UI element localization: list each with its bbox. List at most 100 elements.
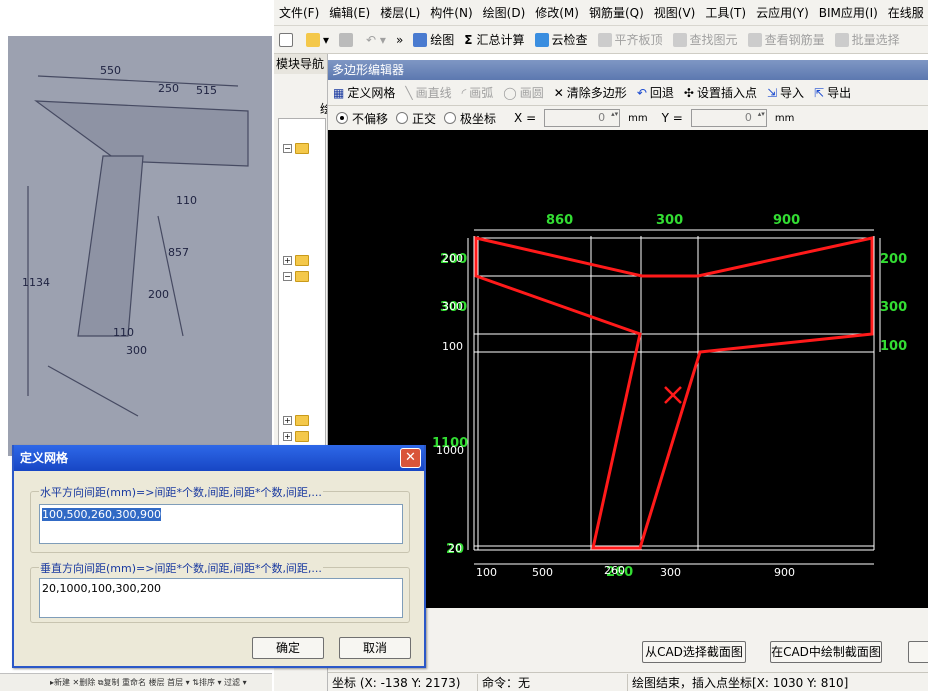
menu-tools[interactable]: 工具(T) bbox=[700, 0, 751, 25]
menu-online[interactable]: 在线服 bbox=[883, 0, 928, 25]
menu-edit[interactable]: 编辑(E) bbox=[324, 0, 375, 25]
clear-x-icon: ✕ bbox=[553, 85, 564, 100]
status-bar: 坐标 (X: -138 Y: 2173) 命令：无 绘图结束，插入点坐标[X: … bbox=[328, 672, 928, 691]
no-offset-radio[interactable] bbox=[336, 112, 348, 124]
menu-bim[interactable]: BIM应用(I) bbox=[814, 0, 883, 25]
polygon-editor-title: 多边形编辑器 bbox=[328, 60, 928, 80]
close-icon[interactable]: ✕ bbox=[400, 448, 421, 468]
folder-icon bbox=[295, 254, 309, 266]
open-folder-icon[interactable]: ▾ bbox=[301, 28, 334, 52]
select-from-cad-button[interactable]: 从CAD选择截面图 bbox=[642, 641, 746, 663]
polar-radio[interactable] bbox=[444, 112, 457, 124]
menu-draw[interactable]: 绘图(D) bbox=[478, 0, 531, 25]
reference-photo: 550 250 515 1134 857 200 110 300 110 bbox=[8, 36, 272, 456]
undo-button[interactable]: ↶ 回退 bbox=[632, 81, 679, 105]
cancel-button[interactable]: 取消 bbox=[339, 637, 411, 659]
menu-cloud[interactable]: 云应用(Y) bbox=[751, 0, 814, 25]
folder-icon bbox=[295, 430, 309, 442]
arc-icon: ◜ bbox=[461, 85, 467, 100]
insert-point-icon: ✣ bbox=[683, 85, 694, 100]
more-icon[interactable]: » bbox=[391, 28, 408, 52]
menu-modify[interactable]: 修改(M) bbox=[530, 0, 584, 25]
flat-board-button[interactable]: 平齐板顶 bbox=[593, 28, 668, 52]
menu-bar: 文件(F) 编辑(E) 楼层(L) 构件(N) 绘图(D) 修改(M) 钢筋量(… bbox=[274, 0, 928, 26]
x-unit-label: mm bbox=[628, 112, 648, 124]
right-dim-1: 200 bbox=[880, 252, 907, 267]
menu-file[interactable]: 文件(F) bbox=[274, 0, 324, 25]
sketch-svg: 550 250 515 1134 857 200 110 300 110 bbox=[8, 36, 272, 456]
folder-icon bbox=[295, 414, 309, 426]
horizontal-spacing-input[interactable]: 100,500,260,300,900 bbox=[39, 504, 403, 544]
module-nav-sub: 绘 bbox=[320, 100, 327, 117]
define-grid-button[interactable]: ▦ 定义网格 bbox=[328, 81, 400, 105]
undo-icon[interactable]: ↶ ▾ bbox=[361, 28, 391, 52]
import-button[interactable]: ⇲ 导入 bbox=[762, 81, 809, 105]
draw-line-button[interactable]: ╲ 画直线 bbox=[400, 81, 456, 105]
dialog-title: 定义网格 bbox=[14, 445, 424, 471]
module-nav-title: 模块导航 bbox=[274, 54, 327, 74]
photo-dim-1: 550 bbox=[100, 64, 121, 77]
tree-node-2[interactable]: + bbox=[283, 253, 323, 267]
menu-floor[interactable]: 楼层(L) bbox=[375, 0, 425, 25]
top-dim-3: 900 bbox=[773, 213, 800, 228]
left-dim-1: 200 bbox=[442, 252, 463, 265]
menu-rebar[interactable]: 钢筋量(Q) bbox=[584, 0, 649, 25]
binoculars-icon bbox=[672, 32, 687, 47]
tree-node-3[interactable]: − bbox=[283, 269, 323, 283]
view-rebar-button[interactable]: 查看钢筋量 bbox=[743, 28, 830, 52]
top-dim-2: 300 bbox=[656, 213, 683, 228]
collapse-icon[interactable]: − bbox=[283, 271, 292, 281]
y-coordinate-input[interactable]: 0 bbox=[690, 109, 767, 127]
new-file-icon[interactable] bbox=[274, 28, 301, 52]
export-icon: ⇱ bbox=[814, 85, 825, 100]
flat-board-icon bbox=[597, 32, 612, 47]
sum-button[interactable]: Σ 汇总计算 bbox=[459, 28, 529, 52]
find-button[interactable]: 查找图元 bbox=[668, 28, 743, 52]
tree-node-4[interactable]: + bbox=[283, 413, 323, 427]
status-message: 绘图结束，插入点坐标[X: 1030 Y: 810] bbox=[632, 675, 849, 690]
ortho-radio[interactable] bbox=[396, 112, 409, 124]
vertical-spacing-input[interactable]: 20,1000,100,300,200 bbox=[39, 578, 403, 618]
set-insert-point-button[interactable]: ✣ 设置插入点 bbox=[679, 81, 762, 105]
draw-in-cad-button[interactable]: 在CAD中绘制截面图 bbox=[770, 641, 882, 663]
clear-polygon-button[interactable]: ✕ 清除多边形 bbox=[549, 81, 632, 105]
collapse-icon[interactable]: − bbox=[283, 143, 292, 153]
batch-icon bbox=[834, 32, 849, 47]
photo-dim-2: 250 bbox=[158, 82, 179, 95]
vertical-spacing-group: 垂直方向间距(mm)=>间距*个数,间距,间距*个数,间距,... 20,100… bbox=[30, 560, 410, 623]
ok-button[interactable]: 确定 bbox=[252, 637, 324, 659]
photo-dim-3: 515 bbox=[196, 84, 217, 97]
tree-node-1[interactable]: − bbox=[283, 141, 323, 155]
status-coordinates: 坐标 (X: -138 Y: 2173) bbox=[328, 673, 478, 691]
expand-icon[interactable]: + bbox=[283, 255, 292, 265]
define-grid-dialog: 定义网格 ✕ 水平方向间距(mm)=>间距*个数,间距,间距*个数,间距,...… bbox=[12, 445, 426, 668]
vertical-spacing-label: 垂直方向间距(mm)=>间距*个数,间距,间距*个数,间距,... bbox=[39, 560, 323, 576]
x-coordinate-input[interactable]: 0 bbox=[544, 109, 621, 127]
draw-icon bbox=[413, 32, 428, 47]
left-dim-3: 100 bbox=[442, 340, 463, 353]
bottom-dim-2: 500 bbox=[532, 566, 553, 579]
save-icon[interactable] bbox=[334, 28, 361, 52]
menu-component[interactable]: 构件(N) bbox=[425, 0, 477, 25]
extra-button[interactable] bbox=[908, 641, 928, 663]
draw-circle-button[interactable]: ◯ 画圆 bbox=[498, 81, 548, 105]
tree-node-5[interactable]: + bbox=[283, 429, 323, 443]
horizontal-spacing-label: 水平方向间距(mm)=>间距*个数,间距,间距*个数,间距,... bbox=[39, 484, 323, 500]
draw-arc-button[interactable]: ◜ 画弧 bbox=[457, 81, 499, 105]
photo-dim-6: 200 bbox=[148, 288, 169, 301]
draw-button[interactable]: 绘图 bbox=[408, 28, 459, 52]
photo-dim-9: 110 bbox=[113, 326, 134, 339]
left-dim-2: 300 bbox=[442, 300, 463, 313]
insert-point-icon[interactable] bbox=[664, 386, 682, 404]
expand-icon[interactable]: + bbox=[283, 415, 292, 425]
bottom-dim-4: 300 bbox=[660, 566, 681, 579]
cloud-check-button[interactable]: 云检查 bbox=[530, 28, 593, 52]
batch-select-button[interactable]: 批量选择 bbox=[830, 28, 905, 52]
folder-icon bbox=[295, 270, 309, 282]
export-button[interactable]: ⇱ 导出 bbox=[809, 81, 856, 105]
expand-icon[interactable]: + bbox=[283, 431, 292, 441]
menu-view[interactable]: 视图(V) bbox=[649, 0, 701, 25]
y-unit-label: mm bbox=[774, 112, 795, 124]
photo-dim-7: 110 bbox=[176, 194, 197, 207]
grid-icon: ▦ bbox=[333, 85, 345, 100]
